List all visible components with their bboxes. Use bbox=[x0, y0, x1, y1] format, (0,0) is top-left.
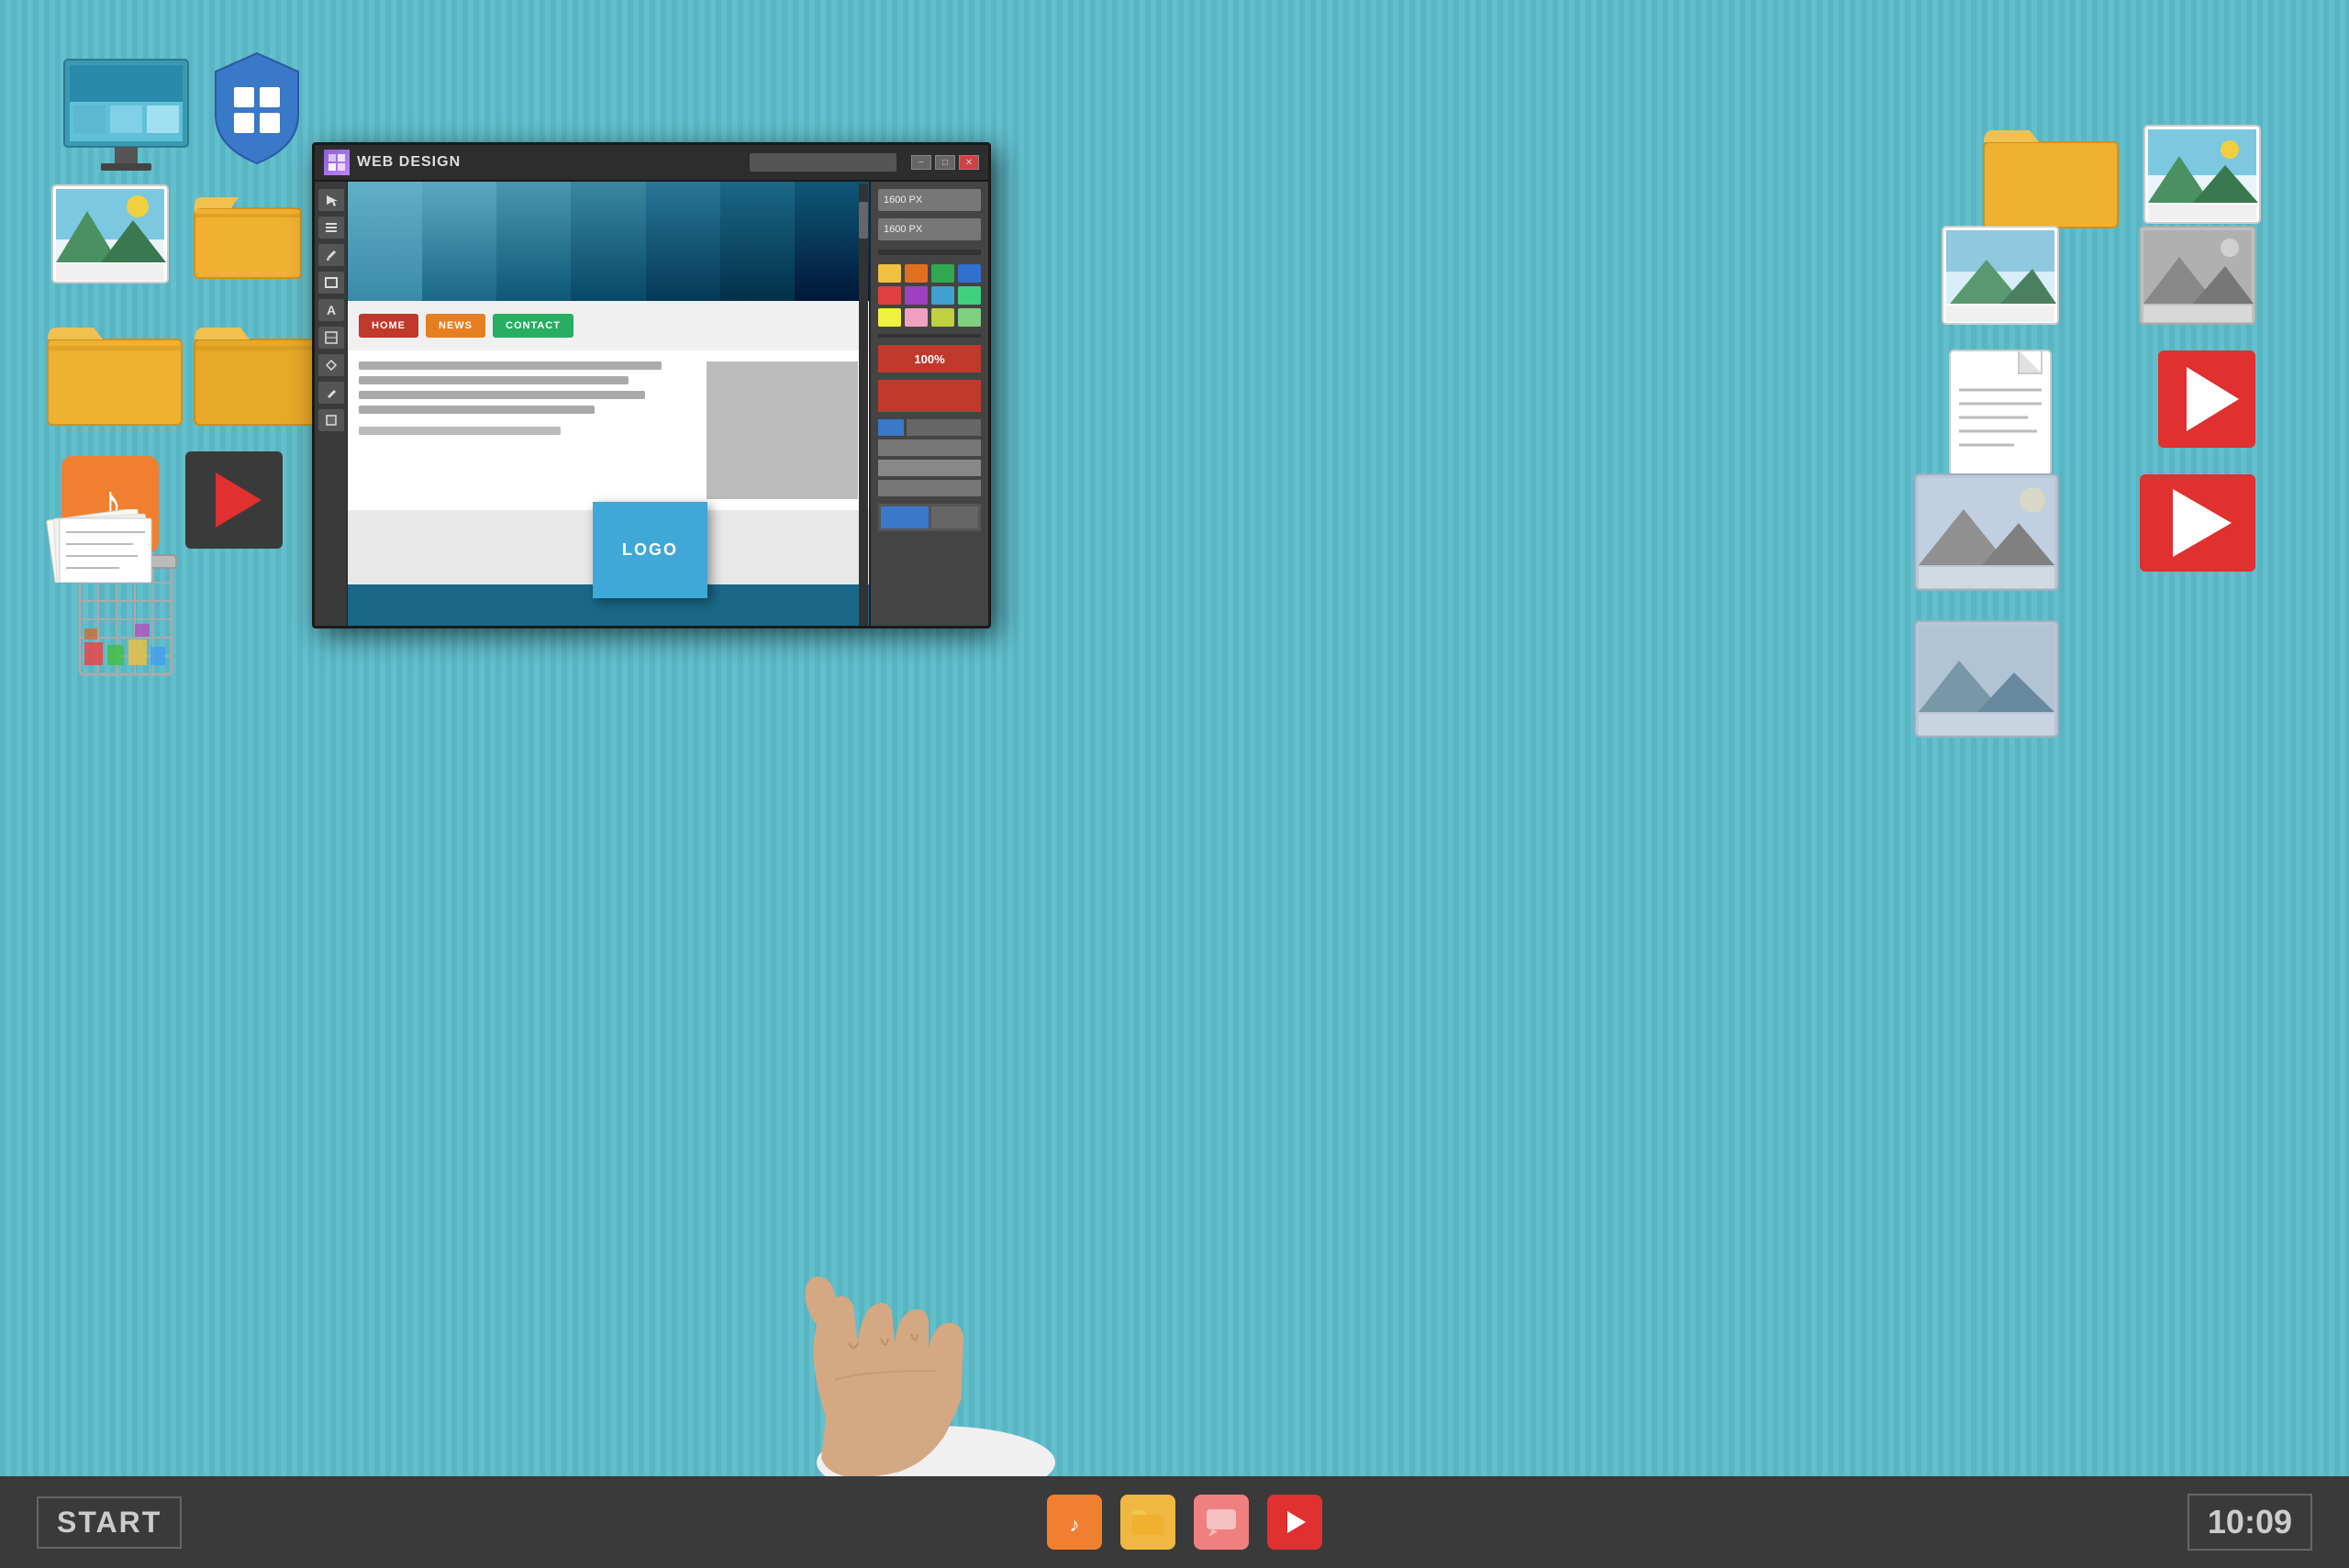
height-input[interactable]: 1600 PX bbox=[878, 218, 981, 240]
swatch-blue[interactable] bbox=[958, 264, 981, 283]
window-title: WEB DESIGN bbox=[357, 154, 742, 171]
mockup-image-placeholder bbox=[707, 361, 858, 499]
layer-input-2[interactable] bbox=[878, 439, 981, 456]
bottom-ctrl-1[interactable] bbox=[881, 506, 929, 528]
zoom-display: 100% bbox=[878, 345, 981, 373]
panel-divider bbox=[878, 250, 981, 255]
svg-text:♪: ♪ bbox=[1069, 1513, 1079, 1536]
color-swatches-grid bbox=[878, 264, 981, 327]
taskbar: START ♪ 10:09 bbox=[0, 1476, 2349, 1568]
rectangle-tool[interactable] bbox=[318, 272, 344, 294]
bottom-controls bbox=[878, 504, 981, 531]
left-toolbar: A bbox=[315, 182, 348, 626]
window-body: A bbox=[315, 182, 988, 626]
layer-input-1[interactable] bbox=[907, 419, 981, 436]
header-color-blocks bbox=[348, 182, 869, 301]
text-line-2 bbox=[359, 376, 629, 384]
shape-tool[interactable] bbox=[318, 327, 344, 349]
play-red-br-icon[interactable] bbox=[2138, 473, 2257, 573]
lines-tool[interactable] bbox=[318, 217, 344, 239]
close-button[interactable]: ✕ bbox=[959, 155, 979, 170]
taskbar-icons: ♪ bbox=[1047, 1495, 1322, 1550]
logo-label: LOGO bbox=[622, 540, 678, 560]
text-line-1 bbox=[359, 361, 662, 370]
swatch-orange[interactable] bbox=[905, 264, 928, 283]
titlebar-search-bar bbox=[750, 153, 896, 172]
layers-panel bbox=[878, 419, 981, 496]
start-button[interactable]: START bbox=[37, 1496, 182, 1549]
cursor-tool[interactable] bbox=[318, 189, 344, 211]
swatch-lightblue[interactable] bbox=[931, 286, 954, 305]
swatch-red[interactable] bbox=[878, 286, 901, 305]
web-design-window: WEB DESIGN − □ ✕ bbox=[312, 142, 991, 628]
mockup-content-area bbox=[348, 350, 869, 510]
mockup-nav-bar: HOME NEWS CONTACT bbox=[348, 301, 869, 350]
text-line-3 bbox=[359, 391, 645, 399]
taskbar-folder-icon[interactable] bbox=[1120, 1495, 1175, 1550]
taskbar-music-icon[interactable]: ♪ bbox=[1047, 1495, 1102, 1550]
scrollbar-thumb[interactable] bbox=[859, 202, 868, 239]
image-br-2-icon[interactable] bbox=[1913, 619, 2060, 739]
bottom-ctrl-2[interactable] bbox=[931, 506, 979, 528]
swatch-purple[interactable] bbox=[905, 286, 928, 305]
pen-tool[interactable] bbox=[318, 244, 344, 266]
diamond-tool[interactable] bbox=[318, 354, 344, 376]
layer-input-4[interactable] bbox=[878, 480, 981, 496]
taskbar-play-icon[interactable] bbox=[1267, 1495, 1322, 1550]
folder-icon-1[interactable] bbox=[193, 188, 303, 280]
logo-card[interactable]: LOGO bbox=[593, 502, 707, 598]
play-red-right-icon[interactable] bbox=[2156, 349, 2257, 450]
minimize-button[interactable]: − bbox=[911, 155, 931, 170]
text-line-5 bbox=[359, 427, 561, 435]
mockup-text-content bbox=[359, 361, 696, 499]
window-canvas: HOME NEWS CONTACT bbox=[348, 182, 869, 626]
panel-divider-2 bbox=[878, 334, 981, 338]
image-br-1-icon[interactable] bbox=[1913, 473, 2060, 592]
eraser-tool[interactable] bbox=[318, 382, 344, 404]
image-right-1-icon[interactable] bbox=[2143, 124, 2262, 225]
canvas-scrollbar[interactable] bbox=[859, 183, 868, 626]
swatch-lightyellow[interactable] bbox=[878, 308, 901, 327]
swatch-yellow[interactable] bbox=[878, 264, 901, 283]
width-input[interactable]: 1600 PX bbox=[878, 189, 981, 211]
text-line-4 bbox=[359, 406, 595, 414]
layer-row-1 bbox=[878, 419, 981, 436]
play-dark-desktop-icon[interactable] bbox=[184, 450, 284, 550]
folder-icon-3[interactable] bbox=[193, 317, 330, 427]
nav-news-button[interactable]: NEWS bbox=[426, 314, 485, 338]
box-tool[interactable] bbox=[318, 409, 344, 431]
text-tool[interactable]: A bbox=[318, 299, 344, 321]
folder-right-1-icon[interactable] bbox=[1982, 119, 2120, 229]
paper-icon bbox=[46, 509, 165, 583]
doc-right-icon[interactable] bbox=[1941, 349, 2060, 477]
image-right-3-icon[interactable] bbox=[2138, 225, 2257, 326]
taskbar-chat-icon[interactable] bbox=[1194, 1495, 1249, 1550]
layer-input-3[interactable] bbox=[878, 460, 981, 476]
swatch-lightgreen[interactable] bbox=[958, 308, 981, 327]
red-block bbox=[878, 380, 981, 412]
window-titlebar: WEB DESIGN − □ ✕ bbox=[315, 145, 988, 182]
swatch-pink[interactable] bbox=[905, 308, 928, 327]
window-controls: − □ ✕ bbox=[911, 155, 979, 170]
swatch-lime[interactable] bbox=[931, 308, 954, 327]
swatch-green[interactable] bbox=[931, 264, 954, 283]
mockup-header bbox=[348, 182, 869, 301]
right-properties-panel: 1600 PX 1600 PX bbox=[869, 182, 988, 626]
titlebar-app-icon bbox=[324, 150, 350, 175]
image-right-2-icon[interactable] bbox=[1941, 225, 2060, 326]
swatch-mint[interactable] bbox=[958, 286, 981, 305]
layer-color-block bbox=[878, 419, 904, 436]
image-icon-1[interactable] bbox=[50, 183, 170, 284]
shield-desktop-icon[interactable] bbox=[197, 46, 317, 174]
monitor-desktop-icon[interactable] bbox=[55, 55, 197, 183]
system-clock: 10:09 bbox=[2188, 1494, 2312, 1551]
folder-icon-2[interactable] bbox=[46, 317, 184, 427]
nav-contact-button[interactable]: CONTACT bbox=[493, 314, 573, 338]
maximize-button[interactable]: □ bbox=[935, 155, 955, 170]
nav-home-button[interactable]: HOME bbox=[359, 314, 418, 338]
